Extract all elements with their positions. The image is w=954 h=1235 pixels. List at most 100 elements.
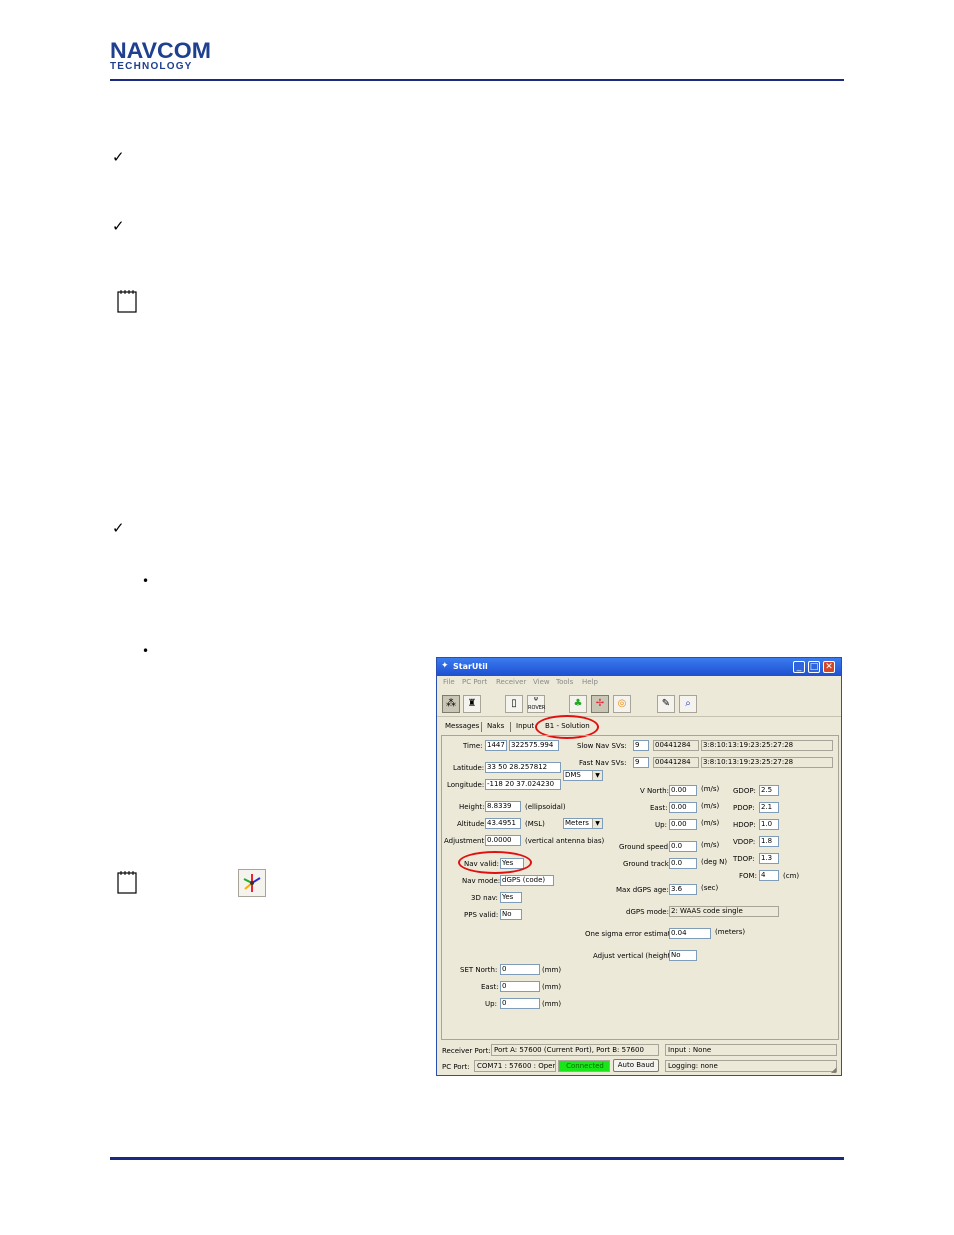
adjust-vertical-field[interactable]: No: [669, 950, 697, 961]
new-document-button[interactable]: ▯: [505, 695, 523, 713]
v-east-field[interactable]: 0.00: [669, 802, 697, 813]
tdop-field[interactable]: 1.3: [759, 853, 779, 864]
set-up-label: Up:: [485, 1000, 497, 1008]
pps-valid-field[interactable]: No: [500, 909, 522, 920]
fast-nav-label: Fast Nav SVs:: [579, 759, 627, 767]
v-north-label: V North:: [640, 787, 669, 795]
resize-grip-icon[interactable]: ◢: [831, 1066, 839, 1074]
dgps-mode-label: dGPS mode:: [626, 908, 669, 916]
longitude-label: Longitude:: [447, 781, 485, 789]
menu-pc-port[interactable]: PC Port: [462, 678, 487, 686]
max-dgps-age-unit: (sec): [701, 884, 719, 892]
fast-nav-mask: 00441284: [653, 757, 699, 768]
units-select[interactable]: Meters ▼: [563, 818, 603, 829]
v-up-field[interactable]: 0.00: [669, 819, 697, 830]
check-mark-icon: ✓: [112, 217, 125, 235]
minimize-button[interactable]: _: [793, 661, 805, 673]
footer-rule: [110, 1157, 844, 1160]
note-icon: [117, 290, 137, 313]
sigma-error-field[interactable]: 0.04: [669, 928, 711, 939]
search-tool-button[interactable]: ⌕: [679, 695, 697, 713]
hdop-field[interactable]: 1.0: [759, 819, 779, 830]
altitude-field[interactable]: 43.4951: [485, 818, 521, 829]
connected-status: Connected: [558, 1060, 610, 1072]
nav-mode-label: Nav mode:: [462, 877, 501, 885]
menu-bar: File PC Port Receiver View Tools Help: [437, 676, 841, 688]
menu-file[interactable]: File: [443, 678, 455, 686]
pc-port-status: COM71 : 57600 : Open: [474, 1060, 556, 1072]
altitude-label: Altitude:: [457, 820, 487, 828]
v-north-unit: (m/s): [701, 785, 720, 793]
rover-label: ROVER: [528, 705, 546, 711]
nav-solution-button[interactable]: ✢: [591, 695, 609, 713]
maximize-button[interactable]: □: [808, 661, 820, 673]
menu-view[interactable]: View: [533, 678, 550, 686]
height-unit: (ellipsoidal): [525, 803, 566, 811]
receiver-port-status: Port A: 57600 (Current Port), Port B: 57…: [491, 1044, 659, 1056]
pps-valid-label: PPS valid:: [464, 911, 499, 919]
tab-naks[interactable]: Naks: [487, 722, 504, 730]
fom-field[interactable]: 4: [759, 870, 779, 881]
highlight-ellipse-nav-valid: [458, 851, 532, 874]
connect-tool-button[interactable]: ⁂: [442, 695, 460, 713]
chevron-down-icon[interactable]: ▼: [592, 819, 602, 828]
time-week-field[interactable]: 1447: [485, 740, 507, 751]
set-east-field[interactable]: 0: [500, 981, 540, 992]
slow-nav-count[interactable]: 9: [633, 740, 649, 751]
ground-speed-field[interactable]: 0.0: [669, 841, 697, 852]
pc-port-label: PC Port:: [442, 1063, 470, 1071]
set-north-field[interactable]: 0: [500, 964, 540, 975]
pdop-field[interactable]: 2.1: [759, 802, 779, 813]
menu-receiver[interactable]: Receiver: [496, 678, 526, 686]
coord-format-select[interactable]: DMS ▼: [563, 770, 603, 781]
time-sec-field[interactable]: 322575.994: [509, 740, 559, 751]
window-title: StarUtil: [453, 662, 488, 671]
set-east-label: East:: [481, 983, 499, 991]
edit-tool-button[interactable]: ✎: [657, 695, 675, 713]
set-east-unit: (mm): [542, 983, 562, 991]
tdop-label: TDOP:: [733, 855, 755, 863]
auto-baud-button[interactable]: Auto Baud: [613, 1059, 659, 1072]
fast-nav-count[interactable]: 9: [633, 757, 649, 768]
navcom-logo: NAVCOM TECHNOLOGY: [110, 40, 235, 72]
tab-messages[interactable]: Messages: [445, 722, 479, 730]
gdop-field[interactable]: 2.5: [759, 785, 779, 796]
max-dgps-age-label: Max dGPS age:: [616, 886, 669, 894]
max-dgps-age-field[interactable]: 3.6: [669, 884, 697, 895]
hdop-label: HDOP:: [733, 821, 756, 829]
ground-track-field[interactable]: 0.0: [669, 858, 697, 869]
v-up-unit: (m/s): [701, 819, 720, 827]
latitude-field[interactable]: 33 50 28.257812: [485, 762, 561, 773]
tree-tool-button[interactable]: ♣: [569, 695, 587, 713]
units-value: Meters: [565, 819, 589, 827]
longitude-field[interactable]: -118 20 37.024230: [485, 779, 561, 790]
sigma-error-unit: (meters): [715, 928, 746, 936]
chevron-down-icon[interactable]: ▼: [592, 771, 602, 780]
menu-help[interactable]: Help: [582, 678, 598, 686]
pdop-label: PDOP:: [733, 804, 755, 812]
height-field[interactable]: 8.8339: [485, 801, 521, 812]
tab-input[interactable]: Input: [516, 722, 534, 730]
fast-nav-list: 3:8:10:13:19:23:25:27:28: [701, 757, 833, 768]
logging-status: Logging: none: [665, 1060, 837, 1072]
v-east-unit: (m/s): [701, 802, 720, 810]
nav3d-field[interactable]: Yes: [500, 892, 522, 903]
rover-button[interactable]: Ψ ROVER: [527, 695, 545, 713]
set-up-field[interactable]: 0: [500, 998, 540, 1009]
title-bar[interactable]: ✦ StarUtil _ □ ✕: [437, 658, 841, 676]
tab-separator: [481, 722, 482, 732]
slow-nav-list: 3:8:10:13:19:23:25:27:28: [701, 740, 833, 751]
antenna-icon: Ψ: [534, 697, 538, 703]
nav-mode-field[interactable]: dGPS (code): [500, 875, 554, 886]
nav-solution-icon: [238, 869, 266, 897]
menu-tools[interactable]: Tools: [556, 678, 573, 686]
adjust-vertical-label: Adjust vertical (height):: [593, 952, 676, 960]
receiver-tool-button[interactable]: ♜: [463, 695, 481, 713]
sigma-error-label: One sigma error estimate:: [585, 930, 678, 938]
height-label: Height:: [459, 803, 485, 811]
target-tool-button[interactable]: ◎: [613, 695, 631, 713]
v-north-field[interactable]: 0.00: [669, 785, 697, 796]
vdop-field[interactable]: 1.8: [759, 836, 779, 847]
adjustment-field[interactable]: 0.0000: [485, 835, 521, 846]
close-button[interactable]: ✕: [823, 661, 835, 673]
